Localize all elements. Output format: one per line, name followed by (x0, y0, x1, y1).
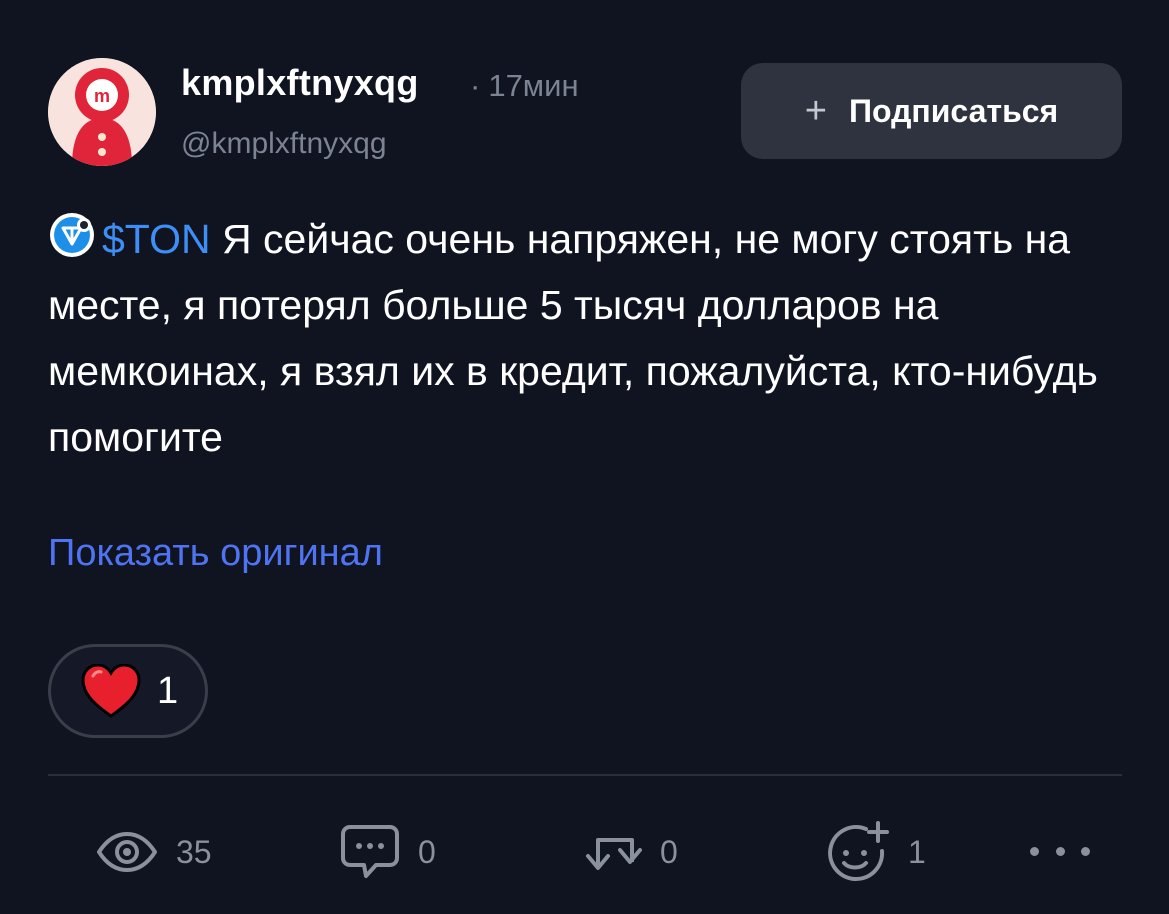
dot (1055, 846, 1065, 856)
more-options-icon[interactable] (1030, 836, 1090, 866)
comments-count: 0 (418, 833, 436, 870)
ton-logo-icon[interactable] (48, 211, 96, 259)
repost-icon (586, 838, 642, 870)
views-count: 35 (176, 833, 212, 870)
comment-icon (341, 825, 399, 878)
avatar[interactable]: m (48, 58, 156, 166)
views-stat[interactable]: 35 (96, 822, 212, 882)
heart-reaction-button[interactable]: 1 (48, 644, 208, 738)
dot (1030, 846, 1039, 856)
show-original-link[interactable]: Показать оригинал (48, 532, 383, 575)
repost-stat[interactable]: 0 (584, 822, 678, 882)
time-separator: · (470, 68, 481, 103)
eye-icon (97, 832, 157, 872)
subscribe-label: Подписаться (848, 92, 1059, 129)
divider (48, 774, 1122, 776)
comments-stat[interactable]: 0 (340, 822, 436, 882)
mascot-avatar-icon: m (48, 58, 156, 166)
post-text: $TON Я сейчас очень напряжен, не могу ст… (48, 206, 1128, 470)
post-time: · 17мин (470, 68, 579, 104)
dot (1081, 846, 1090, 856)
plus-icon: + (804, 89, 827, 132)
reaction-count: 1 (157, 669, 179, 712)
ton-tag-link[interactable]: $TON (102, 216, 211, 262)
add-reaction-stat[interactable]: 1 (826, 821, 926, 882)
subscribe-button[interactable]: + Подписаться (741, 63, 1122, 159)
user-handle[interactable]: @kmplxftnyxqg (181, 127, 387, 161)
add-reaction-icon (828, 821, 889, 882)
reactions-count: 1 (908, 833, 926, 870)
svg-text:m: m (94, 86, 110, 106)
username[interactable]: kmplxftnyxqg (181, 62, 419, 104)
repost-count: 0 (660, 833, 678, 870)
heart-icon (81, 664, 141, 718)
time-label: 17мин (488, 68, 579, 103)
